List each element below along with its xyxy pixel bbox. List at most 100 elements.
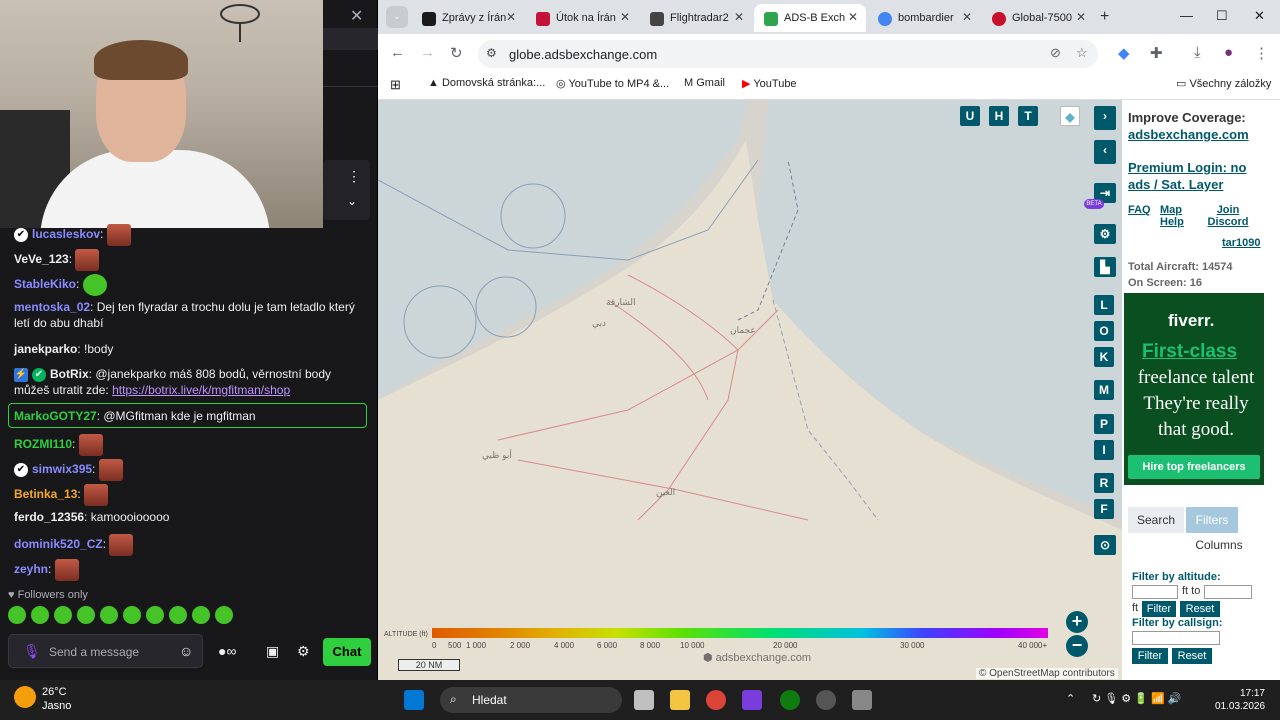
bookmark[interactable]: ◎ YouTube to MP4 &... (556, 77, 669, 90)
app-icon[interactable] (742, 690, 762, 710)
chat-input[interactable]: 🎙 Send a message ☺ (8, 634, 203, 668)
tab[interactable]: Global-7500 ✕ (982, 4, 1094, 32)
back-icon[interactable]: ← (390, 44, 405, 61)
chevron-right-icon[interactable]: › (1094, 106, 1116, 130)
close-icon[interactable]: ✕ (350, 6, 363, 26)
tab[interactable]: Flightradar2 ✕ (640, 4, 752, 32)
premium-login-link[interactable]: Premium Login: no ads / Sat. Layer (1128, 159, 1268, 193)
chat-send-button[interactable]: Chat (323, 638, 371, 666)
tab[interactable]: Zprávy z Írán ✕ (412, 4, 524, 32)
fiverr-ad[interactable]: fiverr. First-class freelance talent The… (1124, 293, 1264, 485)
zoom-out-icon[interactable]: − (1066, 635, 1088, 657)
taskbar-search[interactable]: ⌕ Hledat (440, 687, 622, 713)
tray-chevron-icon[interactable]: ⌃ (1066, 692, 1075, 705)
map-button-f[interactable]: F (1094, 499, 1114, 519)
store-icon[interactable]: ▣ (266, 643, 279, 660)
layers-icon[interactable]: ◆ (1060, 106, 1080, 126)
tab-search-icon[interactable]: ⌄ (386, 6, 408, 28)
map-button-r[interactable]: R (1094, 473, 1114, 493)
close-tab-icon[interactable]: ✕ (506, 10, 516, 24)
more-icon[interactable]: ⋮ (347, 168, 361, 185)
map-button-l[interactable]: L (1094, 295, 1114, 315)
map-button-m[interactable]: M (1094, 380, 1114, 400)
close-window-icon[interactable]: ✕ (1254, 8, 1265, 24)
tab-active[interactable]: ADS-B Exch ✕ (754, 4, 866, 32)
mic-icon[interactable]: 🎙 (23, 643, 41, 660)
altitude-label: ALTITUDE (ft) (384, 631, 428, 638)
extension-icon[interactable]: ◆ (1118, 44, 1130, 62)
emoji-icon[interactable]: ☺ (179, 643, 193, 659)
altitude-filter-button[interactable]: Filter (1142, 601, 1176, 617)
new-tab-icon[interactable]: + (1100, 8, 1109, 26)
user-link[interactable]: tar1090 (1222, 237, 1261, 249)
menu-icon[interactable]: ⋮ (1254, 44, 1269, 62)
tab-search[interactable]: Search (1128, 507, 1184, 533)
altitude-reset-button[interactable]: Reset (1180, 601, 1220, 617)
start-icon[interactable] (404, 690, 424, 710)
clock[interactable]: 17:17 01.03.2026 (1215, 687, 1265, 713)
bookmark[interactable]: M Gmail (684, 77, 725, 89)
close-tab-icon[interactable]: ✕ (962, 10, 972, 24)
map-button-h[interactable]: H (989, 106, 1009, 126)
chrome-icon[interactable] (706, 690, 726, 710)
map-canvas[interactable]: الشارقة دبي أبو ظبي العين عجمان (378, 100, 1122, 680)
close-tab-icon[interactable]: ✕ (1076, 10, 1086, 24)
settings-icon[interactable]: ⚙ (1094, 224, 1116, 244)
reload-icon[interactable]: ↻ (450, 44, 463, 62)
callsign-filter-button[interactable]: Filter (1132, 648, 1168, 664)
app-icon[interactable] (816, 690, 836, 710)
tab-columns[interactable]: Columns (1186, 532, 1252, 558)
bookmark[interactable]: ▲ Domovská stránka:... (428, 77, 545, 89)
improve-coverage-link[interactable]: adsbexchange.com (1128, 127, 1249, 142)
minimize-icon[interactable]: — (1180, 8, 1193, 23)
puzzle-icon[interactable]: ✚ (1150, 44, 1163, 62)
channel-points-icon[interactable]: ●∞ (218, 643, 236, 659)
callsign-reset-button[interactable]: Reset (1172, 648, 1212, 664)
map-button-t[interactable]: T (1018, 106, 1038, 126)
file-explorer-icon[interactable] (670, 690, 690, 710)
xbox-icon[interactable] (780, 690, 800, 710)
join-discord-link[interactable]: Join Discord (1206, 204, 1250, 228)
map-button-p[interactable]: P (1094, 414, 1114, 434)
stats-icon[interactable]: ▙ (1094, 257, 1116, 277)
download-icon[interactable]: ⤓ (1194, 44, 1201, 61)
tab[interactable]: bombardier ✕ (868, 4, 980, 32)
close-tab-icon[interactable]: ✕ (848, 10, 858, 24)
altitude-min-input[interactable] (1132, 585, 1178, 599)
altitude-max-input[interactable] (1204, 585, 1252, 599)
all-bookmarks[interactable]: ▭ Všechny záložky (1176, 77, 1271, 90)
map-button-o[interactable]: O (1094, 321, 1114, 341)
bookmark[interactable]: ▶ YouTube (742, 77, 797, 90)
map-button-u[interactable]: U (960, 106, 980, 126)
chevron-down-icon[interactable]: ⌄ (347, 194, 357, 208)
star-icon[interactable]: ☆ (1076, 45, 1088, 61)
tab[interactable]: Útok na Írán ✕ (526, 4, 638, 32)
chevron-left-icon[interactable]: ‹ (1094, 140, 1116, 164)
tab-filters[interactable]: Filters (1186, 507, 1238, 533)
close-tab-icon[interactable]: ✕ (620, 10, 630, 24)
attribution[interactable]: © OpenStreetMap contributors (976, 668, 1118, 679)
emote-row[interactable] (8, 606, 308, 628)
apps-icon[interactable]: ⊞ (390, 77, 401, 93)
avatar[interactable]: ● (1224, 44, 1233, 61)
maximize-icon[interactable]: ☐ (1216, 8, 1228, 24)
hire-button[interactable]: Hire top freelancers (1128, 455, 1260, 479)
replay-icon[interactable]: ⊙ (1094, 535, 1116, 555)
task-view-icon[interactable] (634, 690, 654, 710)
tray-icons[interactable]: ↻ 🎙 ⚙ 🔋 📶 🔊 (1092, 692, 1181, 705)
tab-strip: ⌄ Zprávy z Írán ✕ Útok na Írán ✕ Flightrad… (378, 0, 1280, 34)
site-info-icon[interactable]: ⚙ (486, 46, 497, 60)
map-button-i[interactable]: I (1094, 440, 1114, 460)
gear-icon[interactable]: ⚙ (297, 643, 310, 660)
faq-link[interactable]: FAQ (1128, 204, 1151, 216)
settings-icon[interactable] (852, 690, 872, 710)
forward-icon[interactable]: → (420, 44, 435, 61)
address-bar[interactable]: ⚙ globe.adsbexchange.com ⊘ ☆ (478, 40, 1098, 68)
map-button-k[interactable]: K (1094, 347, 1114, 367)
botrix-link[interactable]: https://botrix.live/k/mgfitman/shop (112, 383, 290, 397)
callsign-input[interactable] (1132, 631, 1220, 645)
map-help-link[interactable]: Map Help (1160, 204, 1190, 228)
tracking-off-icon[interactable]: ⊘ (1050, 45, 1061, 61)
close-tab-icon[interactable]: ✕ (734, 10, 744, 24)
zoom-in-icon[interactable]: + (1066, 611, 1088, 633)
